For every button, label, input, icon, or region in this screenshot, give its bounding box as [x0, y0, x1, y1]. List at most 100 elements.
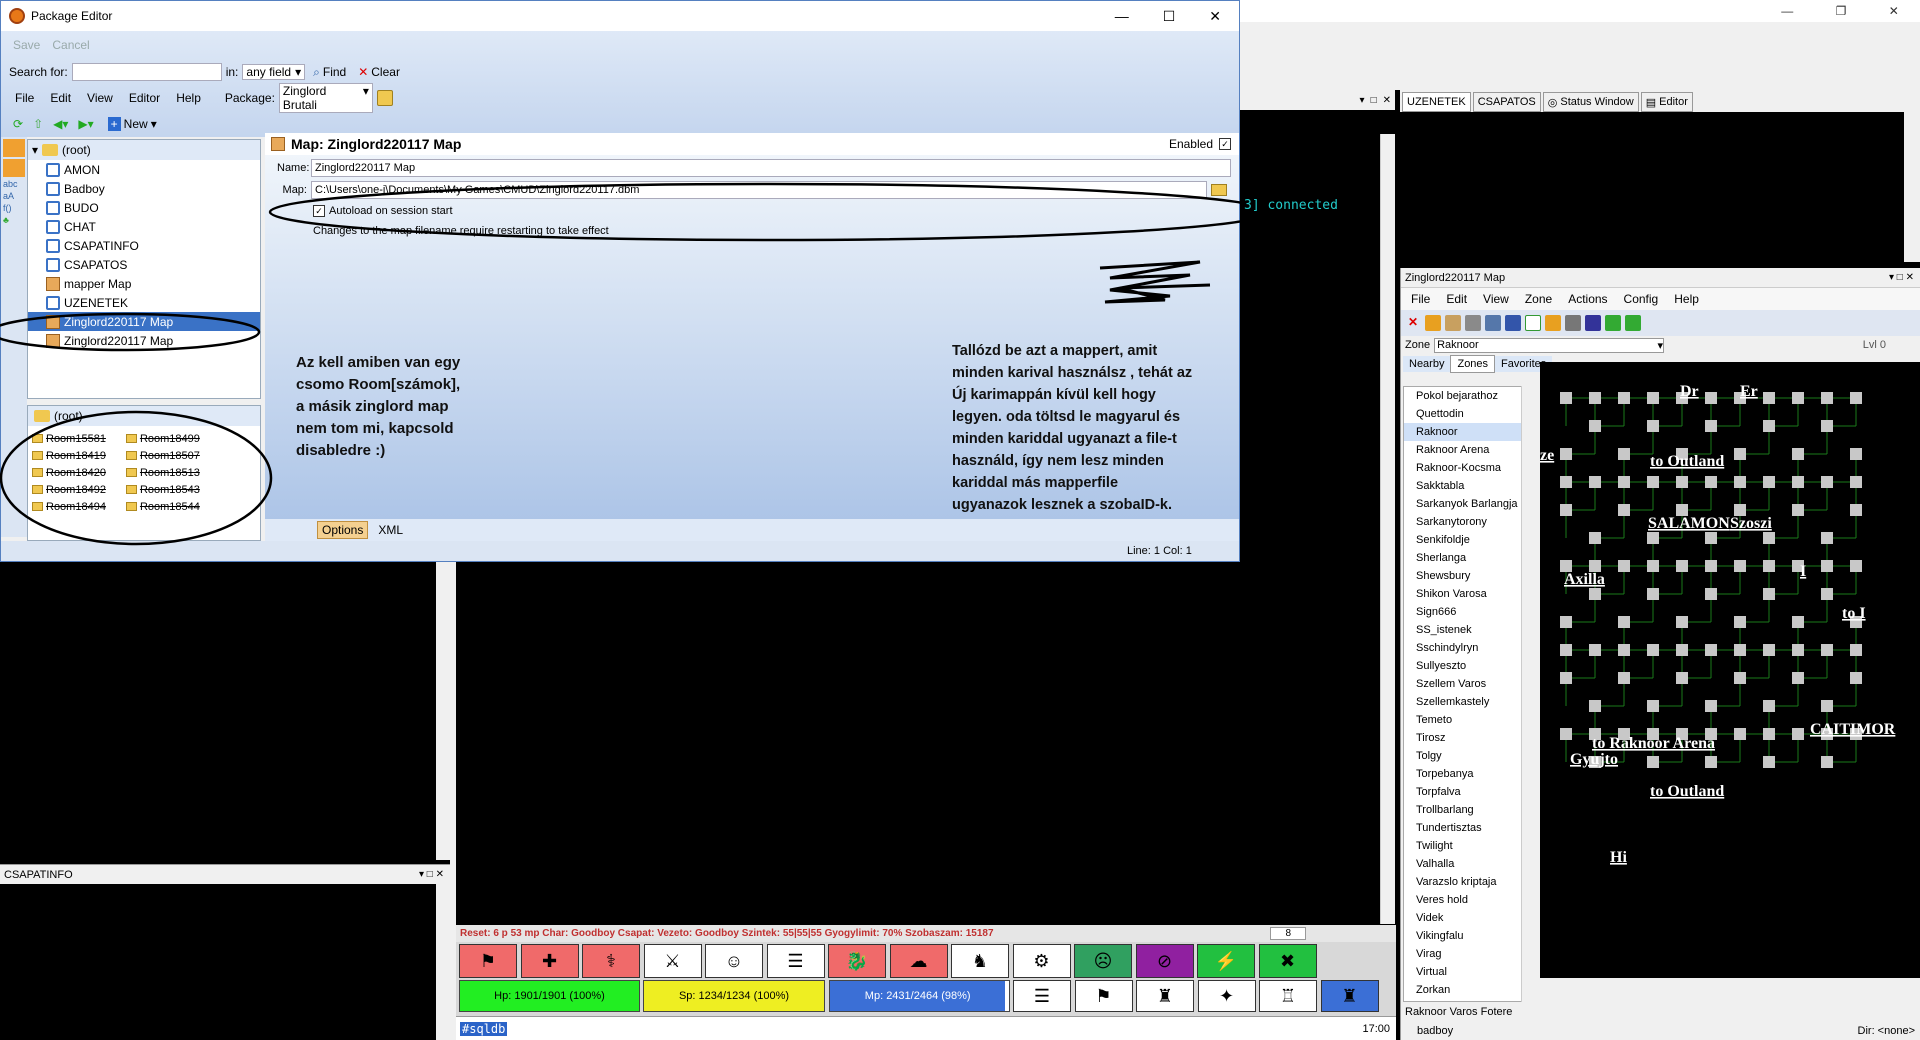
csapatinfo-scrollbar[interactable] — [436, 884, 450, 1040]
menu-item[interactable]: Config — [1618, 292, 1665, 306]
zone-item[interactable]: Veres hold — [1404, 891, 1536, 909]
map-room[interactable] — [1792, 672, 1804, 684]
map-room[interactable] — [1763, 588, 1775, 600]
tab-editor[interactable]: ▤ Editor — [1640, 92, 1693, 112]
map-room[interactable] — [1850, 560, 1862, 572]
tab-nearby[interactable]: Nearby — [1403, 356, 1451, 372]
map-room[interactable] — [1763, 420, 1775, 432]
zone-item[interactable]: Zorkan — [1404, 981, 1536, 999]
minimize-button[interactable]: — — [1781, 4, 1793, 18]
map-room[interactable] — [1763, 392, 1775, 404]
zone-item[interactable]: Sakktabla — [1404, 477, 1536, 495]
map-room[interactable] — [1821, 560, 1833, 572]
map-room[interactable] — [1560, 616, 1572, 628]
char-select[interactable]: badboy — [1417, 1025, 1453, 1037]
map-room[interactable] — [1763, 476, 1775, 488]
pin-icon[interactable]: ▾ — [1360, 95, 1365, 106]
map-room[interactable] — [1676, 672, 1688, 684]
tree-icon[interactable] — [1565, 315, 1581, 331]
map-room[interactable] — [1589, 700, 1601, 712]
run-icon[interactable]: ⚡ — [1197, 944, 1255, 978]
zone-item[interactable]: Shikon Varosa — [1404, 585, 1536, 603]
map-room[interactable] — [1792, 392, 1804, 404]
tab-uzenetek[interactable]: UZENETEK — [1402, 92, 1471, 112]
map-room[interactable] — [1792, 728, 1804, 740]
map-room[interactable] — [1734, 644, 1746, 656]
stop-icon[interactable]: ✕ — [1405, 315, 1421, 331]
map-room[interactable] — [1763, 532, 1775, 544]
zone-item[interactable]: Shewsbury — [1404, 567, 1536, 585]
zone-select[interactable]: Raknoor ▾ — [1434, 337, 1665, 353]
zone-item[interactable]: Sign666 — [1404, 603, 1536, 621]
map-room[interactable] — [1647, 588, 1659, 600]
map-room[interactable] — [1850, 504, 1862, 516]
bag-icon[interactable]: ⚑ — [1074, 980, 1133, 1012]
zone-item[interactable]: Trollbarlang — [1404, 801, 1536, 819]
map-room[interactable] — [1821, 700, 1833, 712]
map-room[interactable] — [1705, 560, 1717, 572]
map-room[interactable] — [1647, 560, 1659, 572]
map-room[interactable] — [1647, 644, 1659, 656]
no-sign-icon[interactable]: ⊘ — [1135, 944, 1194, 978]
zone-item[interactable]: Virag — [1404, 945, 1536, 963]
map-room[interactable] — [1618, 672, 1630, 684]
csapatinfo-controls[interactable]: ▾ □ ✕ — [419, 869, 450, 880]
zone-item[interactable]: Videk — [1404, 909, 1536, 927]
map-room[interactable] — [1705, 420, 1717, 432]
first-aid-icon[interactable]: ✚ — [520, 944, 579, 978]
map-room[interactable] — [1763, 560, 1775, 572]
left-scrollbar[interactable] — [436, 560, 450, 860]
menu-item[interactable]: Edit — [1440, 292, 1473, 306]
map-room[interactable] — [1589, 588, 1601, 600]
map-room[interactable] — [1560, 644, 1572, 656]
map-room[interactable] — [1618, 392, 1630, 404]
zone-item[interactable]: Valhalla — [1404, 855, 1536, 873]
zone-item[interactable]: Varazslo kriptaja — [1404, 873, 1536, 891]
paint-icon[interactable] — [1505, 315, 1521, 331]
map-room[interactable] — [1705, 756, 1717, 768]
map-room[interactable] — [1676, 560, 1688, 572]
map-room[interactable] — [1647, 476, 1659, 488]
menu-item[interactable]: Actions — [1562, 292, 1613, 306]
map-room[interactable] — [1792, 644, 1804, 656]
spine-icon[interactable]: ☰ — [766, 944, 825, 978]
map-room[interactable] — [1589, 532, 1601, 544]
map-room[interactable] — [1792, 504, 1804, 516]
robot-icon[interactable]: ⚙ — [1012, 944, 1071, 978]
map-room[interactable] — [1821, 420, 1833, 432]
map-room[interactable] — [1676, 476, 1688, 488]
armor-icon[interactable]: ♜ — [1136, 980, 1194, 1012]
tab-zones[interactable]: Zones — [1450, 355, 1496, 373]
map-room[interactable] — [1734, 476, 1746, 488]
zone-item[interactable]: Tundertisztas — [1404, 819, 1536, 837]
zone-item[interactable]: Sarkanytorony — [1404, 513, 1536, 531]
maximize-button[interactable]: ❐ — [1836, 4, 1847, 18]
blue-castle-icon[interactable]: ♜ — [1320, 980, 1379, 1012]
map-room[interactable] — [1792, 448, 1804, 460]
zone-item[interactable]: Pokol bejarathoz — [1404, 387, 1536, 405]
mapper-controls[interactable]: ▾ □ ✕ — [1889, 272, 1920, 283]
map-room[interactable] — [1850, 392, 1862, 404]
zone-item[interactable]: Torpfalva — [1404, 783, 1536, 801]
map-room[interactable] — [1560, 448, 1572, 460]
zone-item[interactable]: Quettodin — [1404, 405, 1536, 423]
map-room[interactable] — [1821, 532, 1833, 544]
map-room[interactable] — [1850, 644, 1862, 656]
map-room[interactable] — [1618, 448, 1630, 460]
backpack-icon[interactable]: ⚑ — [459, 944, 517, 978]
zone-item[interactable]: SS_istenek — [1404, 621, 1536, 639]
map-room[interactable] — [1647, 532, 1659, 544]
face-icon[interactable]: ☹ — [1074, 944, 1132, 978]
hands-icon[interactable] — [1465, 315, 1481, 331]
map-room[interactable] — [1850, 476, 1862, 488]
map-room[interactable] — [1676, 616, 1688, 628]
map-room[interactable] — [1821, 392, 1833, 404]
walk-icon[interactable] — [1425, 315, 1441, 331]
zone-item[interactable]: Raknoor-Kocsma — [1404, 459, 1536, 477]
dragon-icon[interactable]: 🐉 — [828, 944, 886, 978]
zoom-icon[interactable] — [1605, 315, 1621, 331]
list-icon[interactable]: ☰ — [1013, 980, 1071, 1012]
zone-item[interactable]: Virtual — [1404, 963, 1536, 981]
magic-icon[interactable] — [1445, 315, 1461, 331]
zone-item[interactable]: Raknoor Arena — [1404, 441, 1536, 459]
